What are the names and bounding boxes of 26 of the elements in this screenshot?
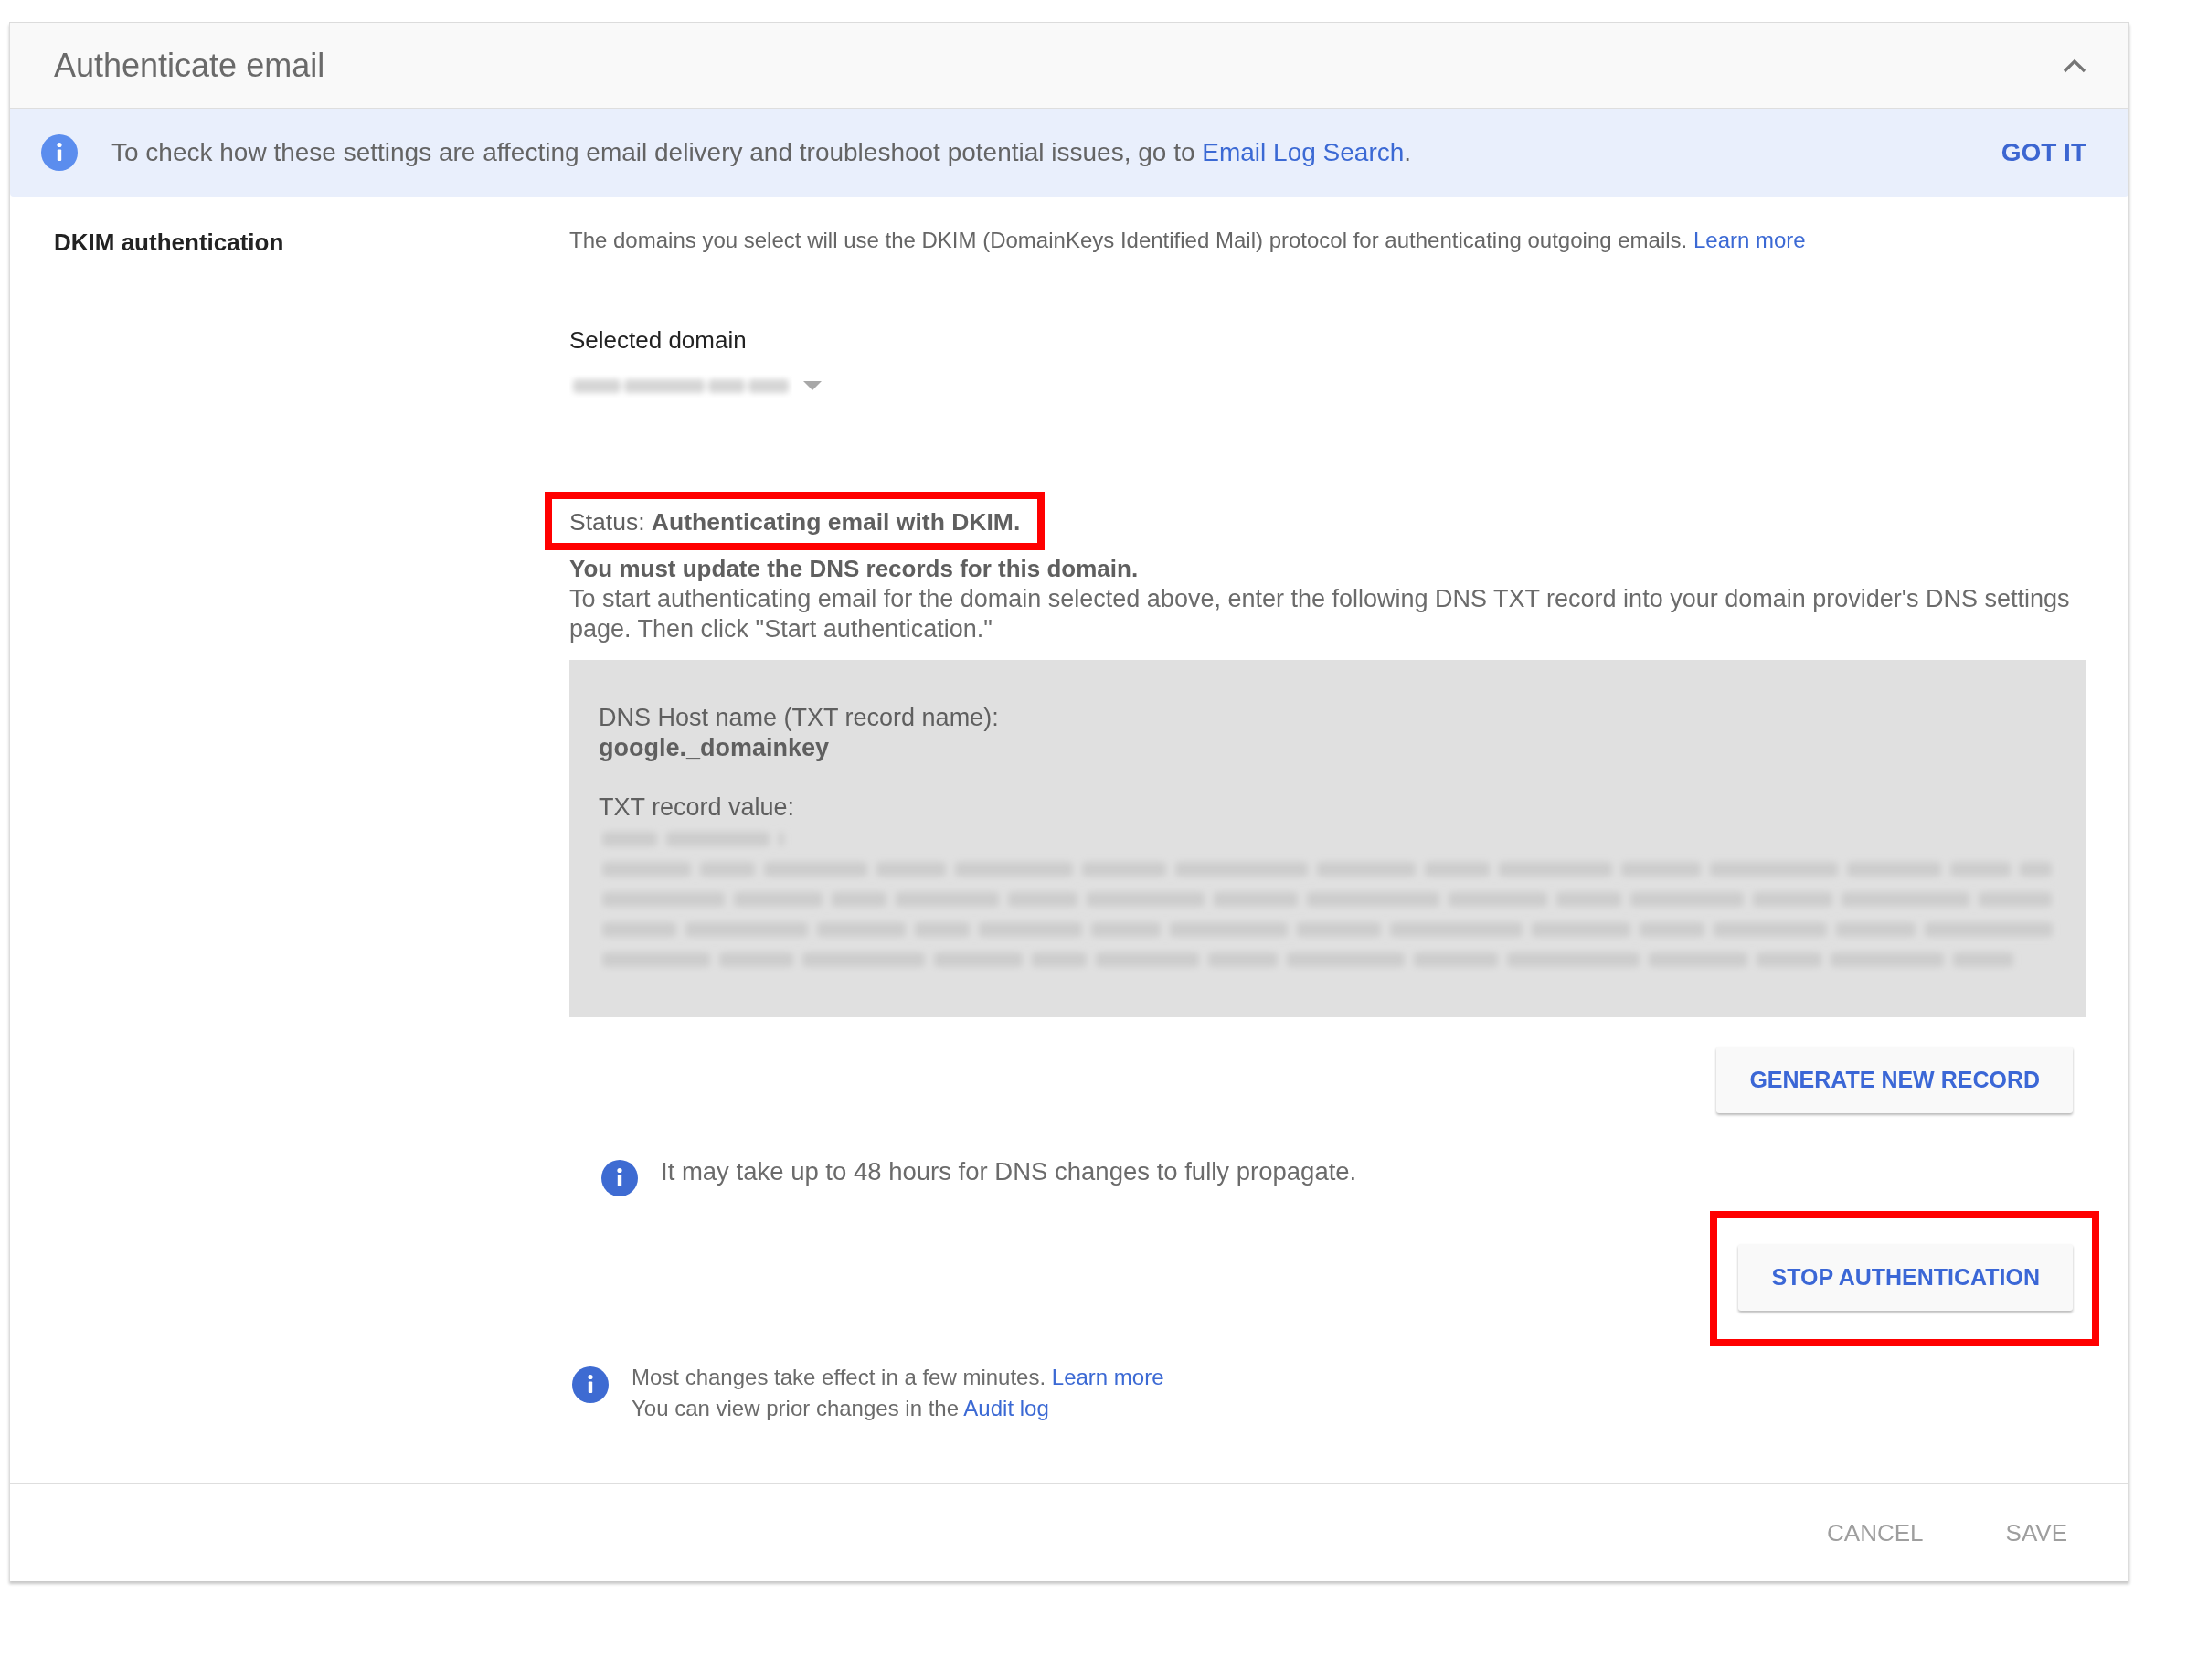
record-value: google._domainkey [599,733,830,763]
section-label: DKIM authentication [54,228,285,258]
note-link[interactable]: Audit log [963,1396,1049,1420]
email-log-search-link[interactable]: Email Log Search [1202,138,1405,166]
record-label: TXT record value: [599,792,795,823]
notice-text: To start authenticating email for the domain selected above, enter the following DNS TXT record into your domain provider's DNS settings page. Then click "Start authentication." [569,584,2071,644]
note-text: You can view prior changes in the Audit log [632,1395,1049,1422]
panel-title: Authenticate email [54,46,325,85]
banner-text: To check how these settings are affecting email delivery and troubleshoot potential issues, go to Email Log Search. [111,138,1413,167]
stop-authentication-button[interactable]: STOP AUTHENTICATION [1738,1244,2073,1311]
caret-icon [803,381,822,390]
info-icon [41,134,78,171]
record-label: DNS Host name (TXT record name): [599,703,999,733]
field-label: Selected domain [569,325,747,356]
description-text: The domains you select will use the DKIM (DomainKeys Identified Mail) protocol for authenticating outgoing emails. Learn more [569,227,1806,254]
learn-more-link[interactable]: Learn more [1693,228,1806,252]
got-it-button[interactable]: GOT IT [2001,131,2086,175]
note-text: Most changes take effect in a few minutes. Learn more [632,1364,1164,1391]
info-icon [601,1160,638,1196]
propagation-note: It may take up to 48 hours for DNS changes to fully propagate. [661,1156,1357,1186]
note-link[interactable]: Learn more [1051,1365,1164,1389]
generate-record-button[interactable]: GENERATE NEW RECORD [1716,1047,2073,1113]
status-text: Status: Authenticating email with DKIM. [569,507,1021,537]
info-icon [572,1366,609,1403]
chevron-up-icon[interactable] [2063,58,2086,73]
notice-title: You must update the DNS records for this domain. [569,554,1139,584]
